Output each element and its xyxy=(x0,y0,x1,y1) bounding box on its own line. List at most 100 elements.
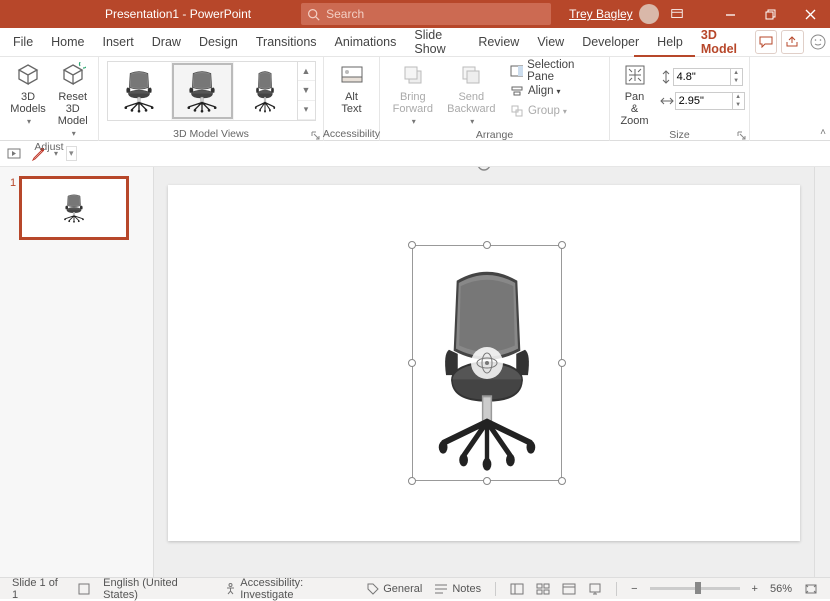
search-placeholder: Search xyxy=(326,7,364,21)
resize-handle[interactable] xyxy=(558,241,566,249)
tab-animations[interactable]: Animations xyxy=(326,28,406,56)
notes-icon xyxy=(434,583,448,595)
bring-forward-button[interactable]: Bring Forward xyxy=(385,59,441,129)
user-account[interactable]: Trey Bagley xyxy=(569,4,659,24)
3d-views-gallery[interactable]: ▲▼▾ xyxy=(107,61,316,121)
share-button[interactable] xyxy=(781,30,804,54)
ribbon-tabs: File Home Insert Draw Design Transitions… xyxy=(0,28,830,56)
selection-pane-button[interactable]: Selection Pane xyxy=(506,61,604,81)
tab-design[interactable]: Design xyxy=(190,28,247,56)
search-icon xyxy=(307,8,320,21)
vertical-scrollbar[interactable] xyxy=(814,167,830,577)
zoom-out-button[interactable]: − xyxy=(625,583,643,595)
slide-thumbnail-panel[interactable]: 1 xyxy=(0,167,154,577)
group-icon xyxy=(510,104,524,118)
resize-handle[interactable] xyxy=(483,241,491,249)
bring-forward-label: Bring Forward xyxy=(391,91,435,115)
tab-slideshow[interactable]: Slide Show xyxy=(405,28,469,56)
tab-draw[interactable]: Draw xyxy=(143,28,190,56)
view-thumb-1[interactable] xyxy=(108,62,171,120)
avatar-icon xyxy=(639,4,659,24)
cube-icon xyxy=(14,61,42,89)
document-title: Presentation1 - PowerPoint xyxy=(105,7,251,21)
collapse-ribbon-button[interactable]: ˄ xyxy=(820,127,826,138)
3d-models-button[interactable]: 3D Models xyxy=(4,59,51,129)
height-icon xyxy=(659,69,673,85)
width-field[interactable]: 2.95" ▲▼ xyxy=(659,91,745,111)
tab-file[interactable]: File xyxy=(4,28,42,56)
send-backward-icon xyxy=(457,61,485,89)
resize-handle[interactable] xyxy=(408,241,416,249)
notes-button[interactable]: Notes xyxy=(428,583,487,595)
pan-zoom-button[interactable]: Pan & Zoom xyxy=(614,59,654,129)
resize-handle[interactable] xyxy=(483,477,491,485)
gallery-scroll[interactable]: ▲▼▾ xyxy=(297,62,315,120)
accessibility-status[interactable]: Accessibility: Investigate xyxy=(218,577,361,601)
width-icon xyxy=(659,94,675,108)
ribbon: 3D Models Reset 3D Model Adjust ▲▼▾ 3D M… xyxy=(0,57,830,141)
resize-handle[interactable] xyxy=(558,477,566,485)
selection-box[interactable] xyxy=(412,245,562,481)
rotate-handle[interactable] xyxy=(475,167,493,178)
resize-handle[interactable] xyxy=(408,477,416,485)
comment-icon xyxy=(759,36,773,48)
tab-home[interactable]: Home xyxy=(42,28,93,56)
resize-handle[interactable] xyxy=(558,359,566,367)
ribbon-display-button[interactable] xyxy=(659,0,695,28)
view-thumb-3[interactable] xyxy=(234,62,297,120)
restore-button[interactable] xyxy=(750,0,790,28)
slideshow-button[interactable] xyxy=(582,583,608,595)
tab-review[interactable]: Review xyxy=(469,28,528,56)
alt-text-icon xyxy=(338,61,366,89)
tab-transitions[interactable]: Transitions xyxy=(247,28,326,56)
align-icon xyxy=(510,84,524,98)
slide-thumbnail-1[interactable] xyxy=(20,177,128,239)
quick-access-toolbar: ▾ ▾ xyxy=(0,141,830,167)
user-name: Trey Bagley xyxy=(569,7,633,21)
zoom-in-button[interactable]: + xyxy=(746,583,764,595)
bring-forward-icon xyxy=(399,61,427,89)
dialog-launcher-icon[interactable] xyxy=(311,131,321,141)
group-button[interactable]: Group▾ xyxy=(506,101,604,121)
orbit-control[interactable] xyxy=(471,347,503,379)
3d-models-label: 3D Models xyxy=(10,91,45,115)
accessibility-icon xyxy=(224,582,237,595)
alt-text-button[interactable]: Alt Text xyxy=(331,59,373,117)
smiley-icon xyxy=(810,34,826,50)
normal-view-button[interactable] xyxy=(504,583,530,595)
resize-handle[interactable] xyxy=(408,359,416,367)
tab-3dmodel[interactable]: 3D Model xyxy=(692,28,751,56)
slide[interactable] xyxy=(168,185,800,541)
pan-zoom-label: Pan & Zoom xyxy=(620,91,648,127)
tab-view[interactable]: View xyxy=(528,28,573,56)
comments-button[interactable] xyxy=(755,30,778,54)
fit-to-window-button[interactable] xyxy=(798,583,824,595)
dialog-launcher-icon[interactable] xyxy=(737,131,747,141)
zoom-level[interactable]: 56% xyxy=(764,583,798,595)
group-views-label: 3D Model Views xyxy=(173,128,249,140)
general-status[interactable]: General xyxy=(361,583,428,595)
height-field[interactable]: 4.8" ▲▼ xyxy=(659,67,745,87)
group-adjust-label: Adjust xyxy=(0,141,98,153)
zoom-slider[interactable] xyxy=(650,587,740,590)
align-button[interactable]: Align▾ xyxy=(506,81,604,101)
tab-help[interactable]: Help xyxy=(648,28,692,56)
close-button[interactable] xyxy=(790,0,830,28)
slide-canvas[interactable] xyxy=(154,167,814,577)
send-backward-button[interactable]: Send Backward xyxy=(441,59,502,129)
reading-view-button[interactable] xyxy=(556,583,582,595)
window-controls xyxy=(710,0,830,28)
reset-3d-button[interactable]: Reset 3D Model xyxy=(52,59,94,141)
pan-zoom-icon xyxy=(621,61,649,89)
tab-developer[interactable]: Developer xyxy=(573,28,648,56)
sorter-view-button[interactable] xyxy=(530,583,556,595)
slide-indicator[interactable]: Slide 1 of 1 xyxy=(6,577,71,601)
language-indicator[interactable]: English (United States) xyxy=(97,577,218,601)
search-box[interactable]: Search xyxy=(301,3,551,25)
minimize-button[interactable] xyxy=(710,0,750,28)
alt-text-label: Alt Text xyxy=(337,91,367,115)
spell-check-icon[interactable] xyxy=(71,582,97,596)
tab-insert[interactable]: Insert xyxy=(94,28,143,56)
view-thumb-2[interactable] xyxy=(171,62,234,120)
feedback-button[interactable] xyxy=(810,31,826,53)
